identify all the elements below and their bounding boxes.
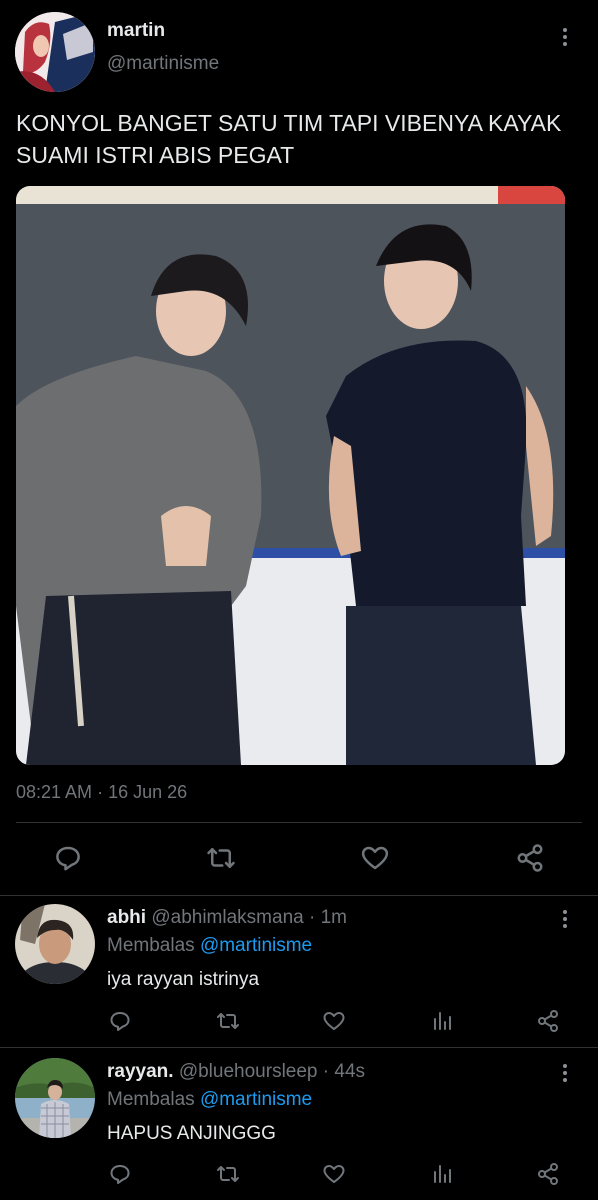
replying-to-link[interactable]: @martinisme <box>200 1089 312 1110</box>
replying-to-link[interactable]: @martinisme <box>200 935 312 956</box>
author-handle[interactable]: @martinisme <box>107 53 219 75</box>
reply-time: · 44s <box>322 1061 366 1082</box>
retweet-icon[interactable] <box>215 1009 241 1033</box>
reply-icon[interactable] <box>108 1009 132 1033</box>
views-icon[interactable] <box>430 1162 454 1186</box>
divider <box>0 895 598 896</box>
share-icon[interactable] <box>536 1009 560 1033</box>
reply-avatar[interactable] <box>15 904 95 984</box>
author-name[interactable]: martin <box>107 20 165 42</box>
reply-header: abhi @abhimlaksmana · 1m <box>107 907 347 929</box>
timestamp-separator: · <box>97 782 104 802</box>
reply-icon[interactable] <box>53 843 83 873</box>
author-avatar[interactable] <box>15 12 95 92</box>
reply-author-handle[interactable]: @abhimlaksmana <box>151 907 303 928</box>
divider <box>0 1047 598 1048</box>
tweet-text: KONYOL BANGET SATU TIM TAPI VIBENYA KAYA… <box>16 110 562 168</box>
reply-text: HAPUS ANJINGGG <box>107 1123 276 1144</box>
tweet-timestamp[interactable]: 08:21 AM · 16 Jun 26 <box>16 782 187 803</box>
more-icon[interactable] <box>563 1064 567 1082</box>
replying-prefix: Membalas <box>107 1089 195 1110</box>
tweet-photo[interactable] <box>16 186 565 765</box>
views-icon[interactable] <box>430 1009 454 1033</box>
like-icon[interactable] <box>322 1009 346 1033</box>
tweet-date: 16 Jun 26 <box>108 782 188 802</box>
reply-author-handle[interactable]: @bluehoursleep <box>179 1061 318 1082</box>
reply-author-name[interactable]: abhi <box>107 907 146 928</box>
replying-prefix: Membalas <box>107 935 195 956</box>
share-icon[interactable] <box>536 1162 560 1186</box>
like-icon[interactable] <box>360 843 390 873</box>
reply-time: · 1m <box>308 907 347 928</box>
retweet-icon[interactable] <box>215 1162 241 1186</box>
more-icon[interactable] <box>563 910 567 928</box>
reply-avatar[interactable] <box>15 1058 95 1138</box>
replying-to: Membalas @martinisme <box>107 935 312 957</box>
reply-header: rayyan. @bluehoursleep · 44s <box>107 1061 365 1083</box>
reply-text: iya rayyan istrinya <box>107 969 260 990</box>
share-icon[interactable] <box>514 843 546 873</box>
tweet-time: 08:21 AM <box>16 782 93 802</box>
reply-author-name[interactable]: rayyan. <box>107 1061 174 1082</box>
replying-to: Membalas @martinisme <box>107 1089 312 1111</box>
divider <box>16 822 582 823</box>
retweet-icon[interactable] <box>205 843 237 873</box>
like-icon[interactable] <box>322 1162 346 1186</box>
more-icon[interactable] <box>563 28 567 46</box>
reply-icon[interactable] <box>108 1162 132 1186</box>
